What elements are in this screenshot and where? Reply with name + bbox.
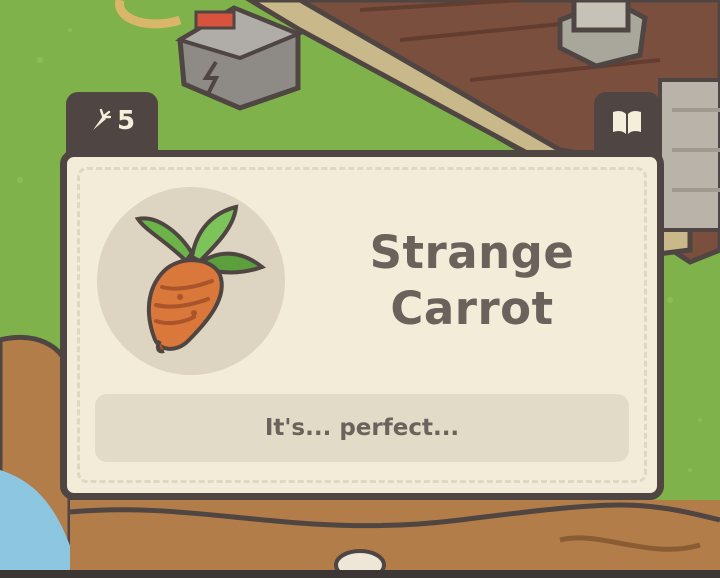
item-description: It's... perfect... bbox=[264, 415, 460, 441]
item-title-line1: Strange bbox=[369, 226, 575, 279]
carrot-icon bbox=[92, 108, 111, 130]
item-info-popup: 5 Strange Carrot It's... perfect... bbox=[60, 92, 664, 502]
item-portrait bbox=[97, 187, 285, 375]
stone-pedestal bbox=[557, 0, 648, 69]
item-description-box: It's... perfect... bbox=[95, 394, 629, 462]
item-card: Strange Carrot It's... perfect... bbox=[60, 150, 664, 500]
journal-button[interactable] bbox=[594, 92, 660, 158]
book-icon bbox=[613, 110, 641, 134]
item-count-tab: 5 bbox=[66, 92, 158, 158]
strange-carrot-icon bbox=[134, 204, 266, 354]
item-title-line2: Carrot bbox=[390, 282, 554, 335]
item-title: Strange Carrot bbox=[307, 211, 637, 351]
item-count: 5 bbox=[116, 106, 136, 136]
